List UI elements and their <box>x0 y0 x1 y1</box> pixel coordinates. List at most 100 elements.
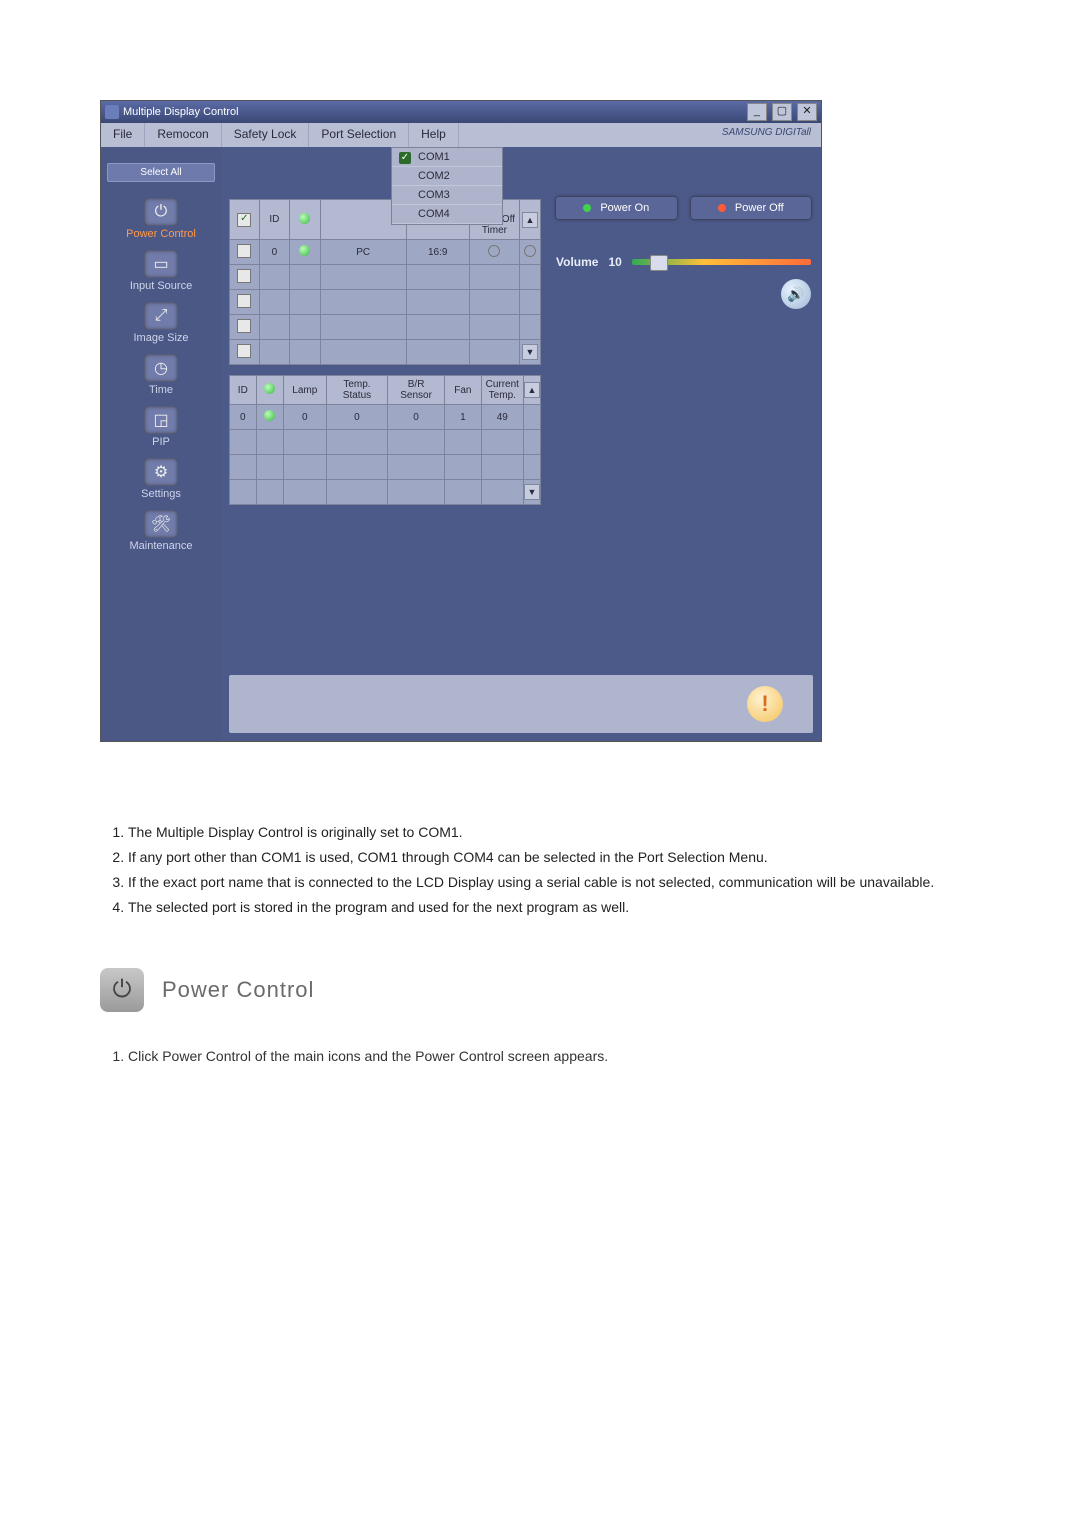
power-icon: ⏻ <box>144 198 178 226</box>
port-item-com4[interactable]: COM4 <box>392 205 502 224</box>
sidebar-item-settings[interactable]: ⚙ Settings <box>101 454 221 504</box>
note-item: If any port other than COM1 is used, COM… <box>128 847 980 868</box>
port-item-com1[interactable]: COM1 <box>392 148 502 167</box>
section-header: ⏻ Power Control <box>100 968 980 1012</box>
menu-file[interactable]: File <box>101 123 145 147</box>
table-row <box>230 315 541 340</box>
image-size-icon: ⤢ <box>144 302 178 330</box>
menu-port-selection[interactable]: Port Selection <box>309 123 409 147</box>
status-led-icon <box>299 245 310 256</box>
sidebar-label: Input Source <box>101 280 221 292</box>
warning-icon: ! <box>747 686 783 722</box>
port-item-com2[interactable]: COM2 <box>392 167 502 186</box>
menu-help[interactable]: Help <box>409 123 459 147</box>
volume-control: Volume 10 <box>556 255 811 269</box>
note-item: The Multiple Display Control is original… <box>128 822 980 843</box>
instruction-item: Click Power Control of the main icons an… <box>128 1048 980 1064</box>
cell-fan: 1 <box>445 405 481 430</box>
table-row[interactable]: 0 0 0 0 1 49 <box>230 405 541 430</box>
status-led-icon <box>264 410 275 421</box>
sidebar-label: Maintenance <box>101 540 221 552</box>
display-table-2: ID Lamp Temp. Status B/R Sensor Fan Curr… <box>229 375 541 505</box>
sidebar-item-power-control[interactable]: ⏻ Power Control <box>101 194 221 244</box>
table-row[interactable]: 0 PC 16:9 <box>230 240 541 265</box>
pip-icon: ◲ <box>144 406 178 434</box>
cell-input: PC <box>320 240 406 265</box>
section-power-icon: ⏻ <box>100 968 144 1012</box>
port-label: COM1 <box>418 151 450 163</box>
section-title: Power Control <box>162 977 314 1003</box>
sidebar-label: Settings <box>101 488 221 500</box>
instructions-list: Click Power Control of the main icons an… <box>100 1048 980 1064</box>
gear-icon: ⚙ <box>144 458 178 486</box>
right-panel: Power On Power Off Volume 10 🔊 <box>556 197 811 309</box>
row-checkbox[interactable] <box>237 269 251 283</box>
scroll-down-icon[interactable]: ▼ <box>524 484 540 500</box>
check-icon-empty <box>398 208 412 220</box>
row-checkbox[interactable] <box>237 344 251 358</box>
volume-slider[interactable] <box>632 259 811 265</box>
scroll-down-icon[interactable]: ▼ <box>522 344 538 360</box>
sidebar: Select All ⏻ Power Control ▭ Input Sourc… <box>101 147 221 741</box>
main-area: Busy ID Image Size On Timer/Off Timer ▲ <box>221 147 821 741</box>
app-icon <box>105 105 119 119</box>
close-button[interactable]: ✕ <box>797 103 817 121</box>
check-icon-empty <box>398 189 412 201</box>
port-selection-dropdown: COM1 COM2 COM3 COM4 <box>391 147 503 225</box>
brand-label: SAMSUNG DIGITall <box>712 123 821 147</box>
sidebar-item-maintenance[interactable]: 🛠 Maintenance <box>101 506 221 556</box>
check-icon <box>398 151 412 163</box>
table-row: ▼ <box>230 340 541 365</box>
select-all-checkbox[interactable] <box>237 213 251 227</box>
port-label: COM3 <box>418 189 450 201</box>
minimize-button[interactable]: _ <box>747 103 767 121</box>
row-checkbox[interactable] <box>237 294 251 308</box>
sidebar-item-pip[interactable]: ◲ PIP <box>101 402 221 452</box>
select-all-button[interactable]: Select All <box>107 163 215 182</box>
cell-br-sensor: 0 <box>388 405 445 430</box>
cell-lamp: 0 <box>283 405 326 430</box>
note-item: The selected port is stored in the progr… <box>128 897 980 918</box>
col-lamp: Lamp <box>283 376 326 405</box>
ring-icon <box>524 245 536 257</box>
power-on-button[interactable]: Power On <box>556 197 677 219</box>
speaker-button[interactable]: 🔊 <box>781 279 811 309</box>
menu-safety-lock[interactable]: Safety Lock <box>222 123 310 147</box>
table-row <box>230 265 541 290</box>
power-off-button[interactable]: Power Off <box>691 197 812 219</box>
scroll-up-icon[interactable]: ▲ <box>524 382 540 398</box>
power-on-label: Power On <box>600 202 649 214</box>
sidebar-label: Power Control <box>101 228 221 240</box>
col-fan: Fan <box>445 376 481 405</box>
ring-icon <box>488 245 500 257</box>
window-controls: _ ▢ ✕ <box>745 103 817 121</box>
sidebar-label: PIP <box>101 436 221 448</box>
menu-remocon[interactable]: Remocon <box>145 123 221 147</box>
sidebar-label: Image Size <box>101 332 221 344</box>
port-label: COM4 <box>418 208 450 220</box>
tables-wrapper: ID Image Size On Timer/Off Timer ▲ 0 PC … <box>229 199 541 505</box>
cell-current-temp: 49 <box>481 405 523 430</box>
slider-thumb[interactable] <box>650 255 668 271</box>
notes-list: The Multiple Display Control is original… <box>100 822 980 918</box>
sidebar-item-input-source[interactable]: ▭ Input Source <box>101 246 221 296</box>
sidebar-item-time[interactable]: ◷ Time <box>101 350 221 400</box>
sidebar-item-image-size[interactable]: ⤢ Image Size <box>101 298 221 348</box>
col-status <box>290 200 321 240</box>
power-off-dot-icon <box>718 204 726 212</box>
wrench-icon: 🛠 <box>144 510 178 538</box>
app-window: Multiple Display Control _ ▢ ✕ File Remo… <box>100 100 822 742</box>
status-led-icon <box>299 213 310 224</box>
row-checkbox[interactable] <box>237 244 251 258</box>
table-row <box>230 455 541 480</box>
maximize-button[interactable]: ▢ <box>772 103 792 121</box>
table-row <box>230 290 541 315</box>
scroll-up-icon[interactable]: ▲ <box>522 212 538 228</box>
cell-image-size: 16:9 <box>406 240 469 265</box>
row-checkbox[interactable] <box>237 319 251 333</box>
port-item-com3[interactable]: COM3 <box>392 186 502 205</box>
cell-timer <box>469 240 519 265</box>
table-row: ▼ <box>230 480 541 505</box>
col-status <box>256 376 283 405</box>
sidebar-label: Time <box>101 384 221 396</box>
